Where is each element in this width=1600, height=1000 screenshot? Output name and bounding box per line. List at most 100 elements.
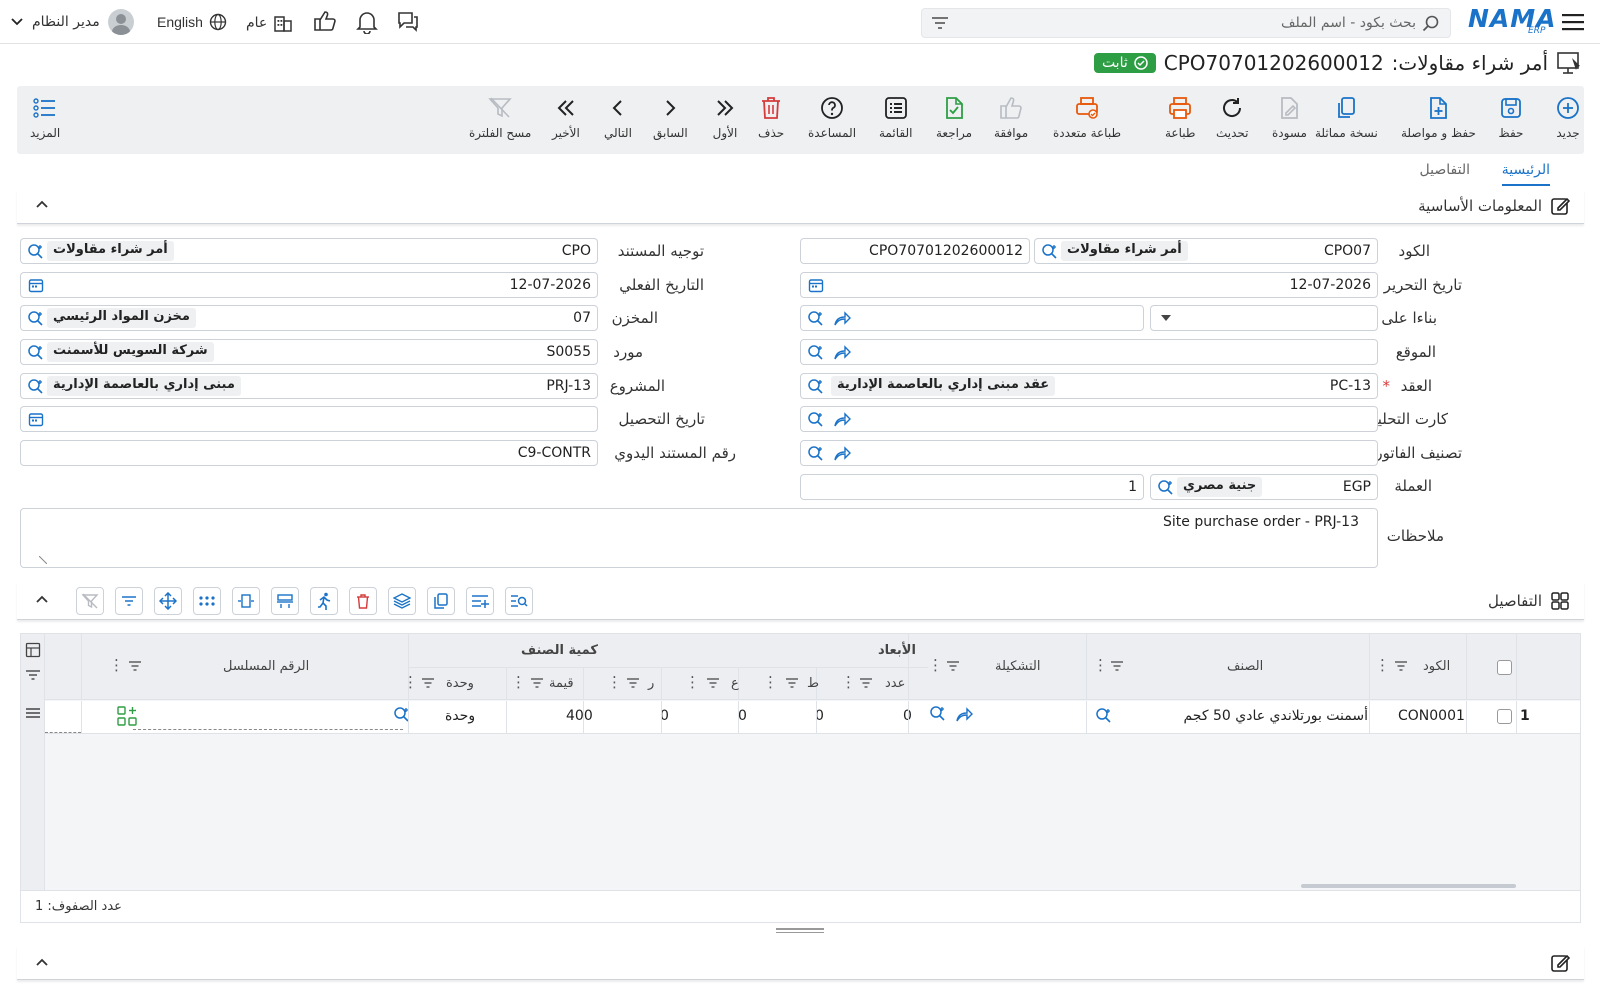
chat-icon[interactable]	[396, 10, 420, 32]
search-bar[interactable]: بحث بكود - اسم الملف	[921, 8, 1451, 38]
column-menu-icon[interactable]: ⋮	[511, 673, 526, 691]
menu-icon[interactable]	[25, 707, 41, 719]
col-header-r[interactable]: ر	[648, 676, 654, 691]
column-menu-icon[interactable]: ⋮	[928, 656, 943, 674]
lookup-icon[interactable]	[27, 344, 45, 362]
actual-date-field[interactable]: 12-07-2026	[20, 272, 598, 298]
lookup-icon[interactable]	[807, 378, 825, 396]
row-checkbox[interactable]	[1497, 709, 1512, 724]
col-header-code[interactable]: الكود	[1423, 659, 1450, 674]
lookup-icon[interactable]	[1041, 243, 1059, 261]
contract-field[interactable]: PC-13 عقد مبنى إداري بالعاصمة الإدارية	[800, 373, 1378, 399]
user-menu[interactable]: مدير النظام	[10, 9, 134, 35]
multi-print-button[interactable]: طباعة متعددة	[1053, 94, 1121, 140]
row-unit[interactable]: وحدة	[445, 708, 475, 724]
table-row[interactable]: 1 CON0001 أسمنت بورتلاندي عادي 50 كجم 0 …	[45, 701, 1580, 734]
share-icon[interactable]	[833, 344, 851, 362]
thumbs-up-icon[interactable]	[313, 10, 337, 32]
column-menu-icon[interactable]: ⋮	[841, 673, 856, 691]
column-filter-icon[interactable]	[128, 661, 142, 671]
column-filter-icon[interactable]	[785, 678, 799, 688]
dots-grid-icon[interactable]	[193, 587, 221, 615]
col-header-count[interactable]: عدد	[885, 676, 905, 691]
calendar-icon[interactable]	[808, 277, 824, 293]
lookup-icon[interactable]	[1095, 707, 1113, 725]
layers-icon[interactable]	[388, 587, 416, 615]
language-switch[interactable]: English	[157, 13, 227, 31]
approve-button[interactable]: موافقة	[994, 94, 1028, 140]
calendar-icon[interactable]	[28, 411, 44, 427]
delete-button[interactable]: حذف	[758, 94, 784, 140]
runner-icon[interactable]	[310, 587, 338, 615]
row-a[interactable]: 0	[738, 708, 747, 724]
new-button[interactable]: جديد	[1555, 94, 1581, 140]
row-code[interactable]: CON0001	[1398, 708, 1465, 724]
lookup-icon[interactable]	[1157, 479, 1175, 497]
more-button[interactable]: المزيد	[30, 94, 60, 140]
col-header-serial[interactable]: الرقم المسلسل	[223, 659, 309, 674]
collapse-icon[interactable]	[35, 199, 49, 209]
first-button[interactable]: الأول	[712, 94, 738, 140]
delete-row-icon[interactable]	[349, 587, 377, 615]
fit-columns-icon[interactable]	[232, 587, 260, 615]
column-filter-icon[interactable]	[421, 678, 435, 688]
edit-box-icon[interactable]	[1550, 953, 1570, 973]
review-button[interactable]: مراجعة	[936, 94, 972, 140]
select-all-checkbox[interactable]	[1497, 660, 1512, 675]
analysis-card-field[interactable]	[800, 406, 1378, 432]
share-icon[interactable]	[833, 310, 851, 328]
col-header-t[interactable]: ط	[807, 676, 819, 691]
add-serial-icon[interactable]	[117, 706, 137, 726]
help-button[interactable]: المساعدة	[808, 94, 856, 140]
save-button[interactable]: حفظ	[1498, 94, 1524, 140]
based-on-select[interactable]	[1150, 305, 1378, 331]
lookup-icon[interactable]	[807, 411, 825, 429]
save-continue-button[interactable]: حفظ و مواصلة	[1401, 94, 1476, 140]
lookup-icon[interactable]	[807, 344, 825, 362]
column-filter-icon[interactable]	[706, 678, 720, 688]
column-filter-icon[interactable]	[530, 678, 544, 688]
location-field[interactable]	[800, 339, 1378, 365]
lookup-icon[interactable]	[27, 378, 45, 396]
prev-button[interactable]: السابق	[653, 94, 688, 140]
tab-details[interactable]: التفاصيل	[1420, 162, 1470, 178]
column-menu-icon[interactable]: ⋮	[403, 673, 418, 691]
col-header-value[interactable]: قيمة	[549, 676, 574, 691]
column-menu-icon[interactable]: ⋮	[1375, 656, 1390, 674]
doc-direction-field[interactable]: CPO أمر شراء مقاولات	[20, 238, 598, 264]
collapse-icon[interactable]	[35, 957, 49, 967]
company-selector[interactable]: عام	[246, 13, 293, 33]
calendar-icon[interactable]	[28, 277, 44, 293]
column-menu-icon[interactable]: ⋮	[763, 673, 778, 691]
column-menu-icon[interactable]: ⋮	[1093, 656, 1108, 674]
code-field[interactable]: CPO07 أمر شراء مقاولات	[1034, 238, 1378, 264]
share-icon[interactable]	[833, 411, 851, 429]
notes-section-header[interactable]	[17, 946, 1584, 980]
serial-cell[interactable]	[45, 701, 81, 733]
col-header-config[interactable]: التشكيلة	[995, 659, 1040, 674]
lookup-icon[interactable]	[27, 310, 45, 328]
details-header[interactable]: التفاصيل	[17, 582, 1584, 620]
lookup-icon[interactable]	[807, 445, 825, 463]
warehouse-field[interactable]: 07 مخزن المواد الرئيسي	[20, 305, 598, 331]
last-button[interactable]: الأخير	[552, 94, 580, 140]
resize-grip[interactable]	[776, 928, 824, 934]
copy-row-icon[interactable]	[427, 587, 455, 615]
filter-icon[interactable]	[25, 669, 41, 681]
next-button[interactable]: التالي	[604, 94, 632, 140]
share-icon[interactable]	[833, 445, 851, 463]
column-filter-icon[interactable]	[1110, 661, 1124, 671]
invoice-class-field[interactable]	[800, 440, 1378, 466]
basic-info-header[interactable]: المعلومات الأساسية	[17, 190, 1584, 224]
currency-field[interactable]: EGP جنية مصري	[1150, 474, 1378, 500]
column-menu-icon[interactable]: ⋮	[685, 673, 700, 691]
row-value[interactable]: 400	[566, 708, 593, 724]
col-header-unit[interactable]: وحدة	[446, 676, 474, 691]
resize-handle-icon[interactable]	[39, 556, 47, 564]
print-button[interactable]: طباعة	[1165, 94, 1195, 140]
search-input[interactable]: بحث بكود - اسم الملف	[1281, 15, 1416, 31]
brand-logo[interactable]: NAMA ERP	[1468, 4, 1556, 38]
table-settings-icon[interactable]	[25, 642, 41, 658]
column-filter-icon[interactable]	[859, 678, 873, 688]
lookup-icon[interactable]	[807, 310, 825, 328]
